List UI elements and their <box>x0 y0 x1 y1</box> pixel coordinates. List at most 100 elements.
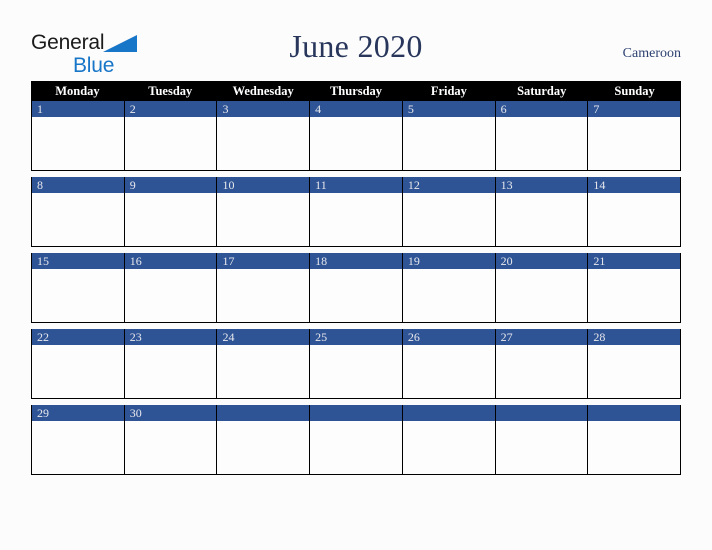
calendar-day-cell[interactable]: 6 <box>495 101 589 170</box>
calendar-day-cell[interactable]: 14 <box>588 177 681 246</box>
calendar-day-cell[interactable]: 5 <box>402 101 496 170</box>
day-number-bar: 10 <box>217 177 310 193</box>
day-event-area[interactable] <box>310 117 402 170</box>
day-event-area[interactable] <box>32 193 124 246</box>
calendar-day-cell[interactable]: 17 <box>217 253 311 322</box>
day-number-bar: 13 <box>495 177 588 193</box>
calendar-day-cell[interactable]: 11 <box>310 177 403 246</box>
day-event-area[interactable] <box>32 117 124 170</box>
day-event-area[interactable] <box>32 421 124 474</box>
day-event-area[interactable] <box>495 117 588 170</box>
calendar-day-cell[interactable]: 20 <box>495 253 589 322</box>
calendar-day-cell[interactable]: 15 <box>32 253 125 322</box>
weekday-header-friday: Friday <box>430 84 467 98</box>
calendar-week-row: 15 16 17 18 19 20 21 <box>31 253 681 323</box>
day-number: 30 <box>129 406 142 420</box>
day-event-area[interactable] <box>588 345 681 398</box>
calendar-day-cell[interactable]: 7 <box>588 101 681 170</box>
day-number: 13 <box>500 178 513 192</box>
day-event-area[interactable] <box>124 345 217 398</box>
day-number-bar: 28 <box>588 329 681 345</box>
day-event-area[interactable] <box>124 193 217 246</box>
day-event-area[interactable] <box>310 193 402 246</box>
calendar-day-cell[interactable]: 13 <box>495 177 589 246</box>
day-number-bar: 30 <box>124 405 217 421</box>
calendar-day-cell[interactable]: 28 <box>588 329 681 398</box>
day-event-area[interactable] <box>402 117 495 170</box>
day-event-area[interactable] <box>124 421 217 474</box>
day-number-bar: 2 <box>124 101 217 117</box>
weekday-header-sunday: Sunday <box>614 84 655 98</box>
calendar-day-cell[interactable]: 12 <box>402 177 496 246</box>
day-number-bar: 7 <box>588 101 681 117</box>
day-event-area[interactable] <box>217 345 310 398</box>
day-event-area[interactable] <box>310 269 402 322</box>
day-event-area[interactable] <box>495 269 588 322</box>
page-header: General Blue June 2020 Cameroon <box>0 0 712 80</box>
calendar-day-cell[interactable]: 25 <box>310 329 403 398</box>
day-number: 26 <box>407 330 420 344</box>
day-number: 22 <box>37 330 49 344</box>
day-number: 18 <box>315 254 328 268</box>
day-event-area[interactable] <box>402 269 495 322</box>
day-event-area[interactable] <box>124 117 217 170</box>
calendar-day-cell[interactable]: 24 <box>217 329 311 398</box>
calendar-day-cell[interactable]: 16 <box>124 253 218 322</box>
calendar-day-cell[interactable]: 23 <box>124 329 218 398</box>
country-label: Cameroon <box>622 46 681 61</box>
page-title: June 2020 <box>289 28 423 64</box>
calendar-page: General Blue June 2020 Cameroon Monday T… <box>0 0 712 550</box>
day-event-area <box>588 421 681 474</box>
day-number: 28 <box>593 330 606 344</box>
calendar-day-cell[interactable]: 1 <box>32 101 125 170</box>
day-number-bar: 3 <box>217 101 310 117</box>
day-event-area[interactable] <box>588 117 681 170</box>
day-event-area[interactable] <box>310 345 402 398</box>
day-number-bar: 19 <box>402 253 495 269</box>
day-number-bar: 15 <box>32 253 124 269</box>
day-number-bar <box>495 405 588 421</box>
calendar-day-cell[interactable]: 22 <box>32 329 125 398</box>
day-event-area[interactable] <box>495 345 588 398</box>
calendar-day-cell[interactable]: 21 <box>588 253 681 322</box>
calendar-day-cell[interactable]: 4 <box>310 101 403 170</box>
day-number-bar: 11 <box>310 177 402 193</box>
calendar-week-row: 22 23 24 25 26 27 28 <box>31 329 681 399</box>
calendar-day-cell[interactable]: 27 <box>495 329 589 398</box>
day-event-area[interactable] <box>217 117 310 170</box>
day-number-bar: 4 <box>310 101 402 117</box>
day-event-area[interactable] <box>495 193 588 246</box>
day-number-bar <box>588 405 681 421</box>
weekday-header-monday: Monday <box>55 84 100 98</box>
day-event-area[interactable] <box>402 193 495 246</box>
calendar-day-cell[interactable]: 8 <box>32 177 125 246</box>
day-event-area[interactable] <box>217 193 310 246</box>
weekday-header-tuesday: Tuesday <box>148 84 193 98</box>
calendar-day-cell[interactable]: 3 <box>217 101 311 170</box>
calendar-day-cell[interactable]: 26 <box>402 329 496 398</box>
day-event-area[interactable] <box>588 193 681 246</box>
calendar-day-cell[interactable]: 30 <box>124 405 218 474</box>
calendar-day-cell[interactable]: 9 <box>124 177 218 246</box>
day-number-bar: 1 <box>32 101 124 117</box>
calendar-day-cell[interactable]: 29 <box>32 405 125 474</box>
weekday-header-wednesday: Wednesday <box>232 84 294 98</box>
day-event-area[interactable] <box>402 345 495 398</box>
day-number-bar: 26 <box>402 329 495 345</box>
day-number-bar <box>310 405 402 421</box>
day-event-area[interactable] <box>124 269 217 322</box>
day-event-area[interactable] <box>32 269 124 322</box>
day-number: 21 <box>593 254 606 268</box>
day-number-bar <box>402 405 495 421</box>
day-event-area[interactable] <box>217 269 310 322</box>
day-event-area[interactable] <box>32 345 124 398</box>
day-number: 24 <box>222 330 235 344</box>
day-number: 29 <box>37 406 49 420</box>
calendar-day-cell[interactable]: 2 <box>124 101 218 170</box>
day-event-area[interactable] <box>588 269 681 322</box>
calendar-day-cell[interactable]: 18 <box>310 253 403 322</box>
calendar-day-cell[interactable]: 19 <box>402 253 496 322</box>
day-number-bar: 24 <box>217 329 310 345</box>
calendar-day-cell[interactable]: 10 <box>217 177 311 246</box>
calendar-week-row: 8 9 10 11 12 13 14 <box>31 177 681 247</box>
